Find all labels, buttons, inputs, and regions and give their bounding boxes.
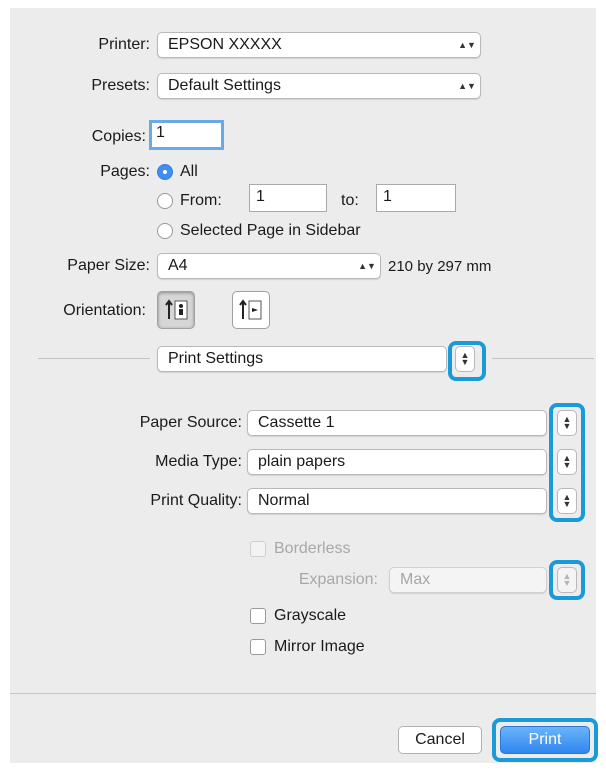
paper-size-value: A4 <box>168 257 188 274</box>
mirror-image-checkbox[interactable] <box>250 639 266 655</box>
paper-size-dimensions: 210 by 297 mm <box>388 258 492 275</box>
paper-size-popup[interactable]: A4 ▲▼ <box>157 253 381 279</box>
paper-size-label: Paper Size: <box>67 257 150 274</box>
grayscale-checkbox[interactable] <box>250 608 266 624</box>
paper-source-popup[interactable]: Cassette 1 <box>247 410 547 436</box>
borderless-checkbox[interactable] <box>250 541 266 557</box>
borderless-label: Borderless <box>274 540 351 557</box>
mirror-image-label: Mirror Image <box>274 638 365 655</box>
media-type-label: Media Type: <box>155 453 242 470</box>
orientation-label: Orientation: <box>63 302 146 319</box>
presets-popup[interactable]: Default Settings ▲▼ <box>157 73 481 99</box>
paper-source-stepper[interactable]: ▲ ▼ <box>557 410 577 436</box>
pages-from-radio[interactable] <box>157 193 173 209</box>
section-separator-left <box>38 358 150 359</box>
landscape-orientation-button[interactable] <box>232 291 270 329</box>
printer-label: Printer: <box>98 36 150 53</box>
presets-value: Default Settings <box>168 77 281 94</box>
expansion-value: Max <box>400 571 431 588</box>
pages-to-label: to: <box>341 192 359 209</box>
portrait-icon <box>165 299 188 320</box>
print-settings-stepper[interactable]: ▲ ▼ <box>455 346 475 372</box>
updown-arrows-icon: ▲▼ <box>458 39 476 50</box>
portrait-orientation-button[interactable] <box>157 291 195 329</box>
copies-label: Copies: <box>91 128 146 145</box>
pages-all-radio[interactable] <box>157 164 173 180</box>
grayscale-label: Grayscale <box>274 607 347 624</box>
cancel-button[interactable]: Cancel <box>398 726 482 754</box>
expansion-popup[interactable]: Max <box>389 567 547 593</box>
print-quality-stepper[interactable]: ▲ ▼ <box>557 488 577 514</box>
pages-all-label: All <box>180 163 198 180</box>
pages-selected-label: Selected Page in Sidebar <box>180 222 361 239</box>
updown-arrows-icon: ▲▼ <box>358 260 376 271</box>
paper-source-label: Paper Source: <box>139 414 242 431</box>
print-settings-value: Print Settings <box>168 350 264 367</box>
printer-value: EPSON XXXXX <box>168 36 282 53</box>
expansion-label: Expansion: <box>298 571 378 588</box>
updown-arrows-icon: ▲▼ <box>458 80 476 91</box>
pages-to-field[interactable]: 1 <box>376 184 456 212</box>
pages-label: Pages: <box>100 163 150 180</box>
print-quality-value: Normal <box>258 492 310 509</box>
print-quality-popup[interactable]: Normal <box>247 488 547 514</box>
pages-from-field[interactable]: 1 <box>249 184 327 212</box>
media-type-stepper[interactable]: ▲ ▼ <box>557 449 577 475</box>
print-settings-popup[interactable]: Print Settings <box>157 346 447 372</box>
pages-selected-radio[interactable] <box>157 223 173 239</box>
copies-field[interactable]: 1 <box>149 120 224 150</box>
landscape-icon <box>239 299 262 320</box>
section-separator-right <box>492 358 594 359</box>
pages-from-label: From: <box>180 192 222 209</box>
media-type-value: plain papers <box>258 453 346 470</box>
print-button[interactable]: Print <box>500 726 590 754</box>
print-quality-label: Print Quality: <box>150 492 242 509</box>
presets-label: Presets: <box>91 77 150 94</box>
expansion-stepper[interactable]: ▲ ▼ <box>557 567 577 593</box>
bottom-separator <box>10 693 596 694</box>
media-type-popup[interactable]: plain papers <box>247 449 547 475</box>
paper-source-value: Cassette 1 <box>258 414 335 431</box>
printer-popup[interactable]: EPSON XXXXX ▲▼ <box>157 32 481 58</box>
